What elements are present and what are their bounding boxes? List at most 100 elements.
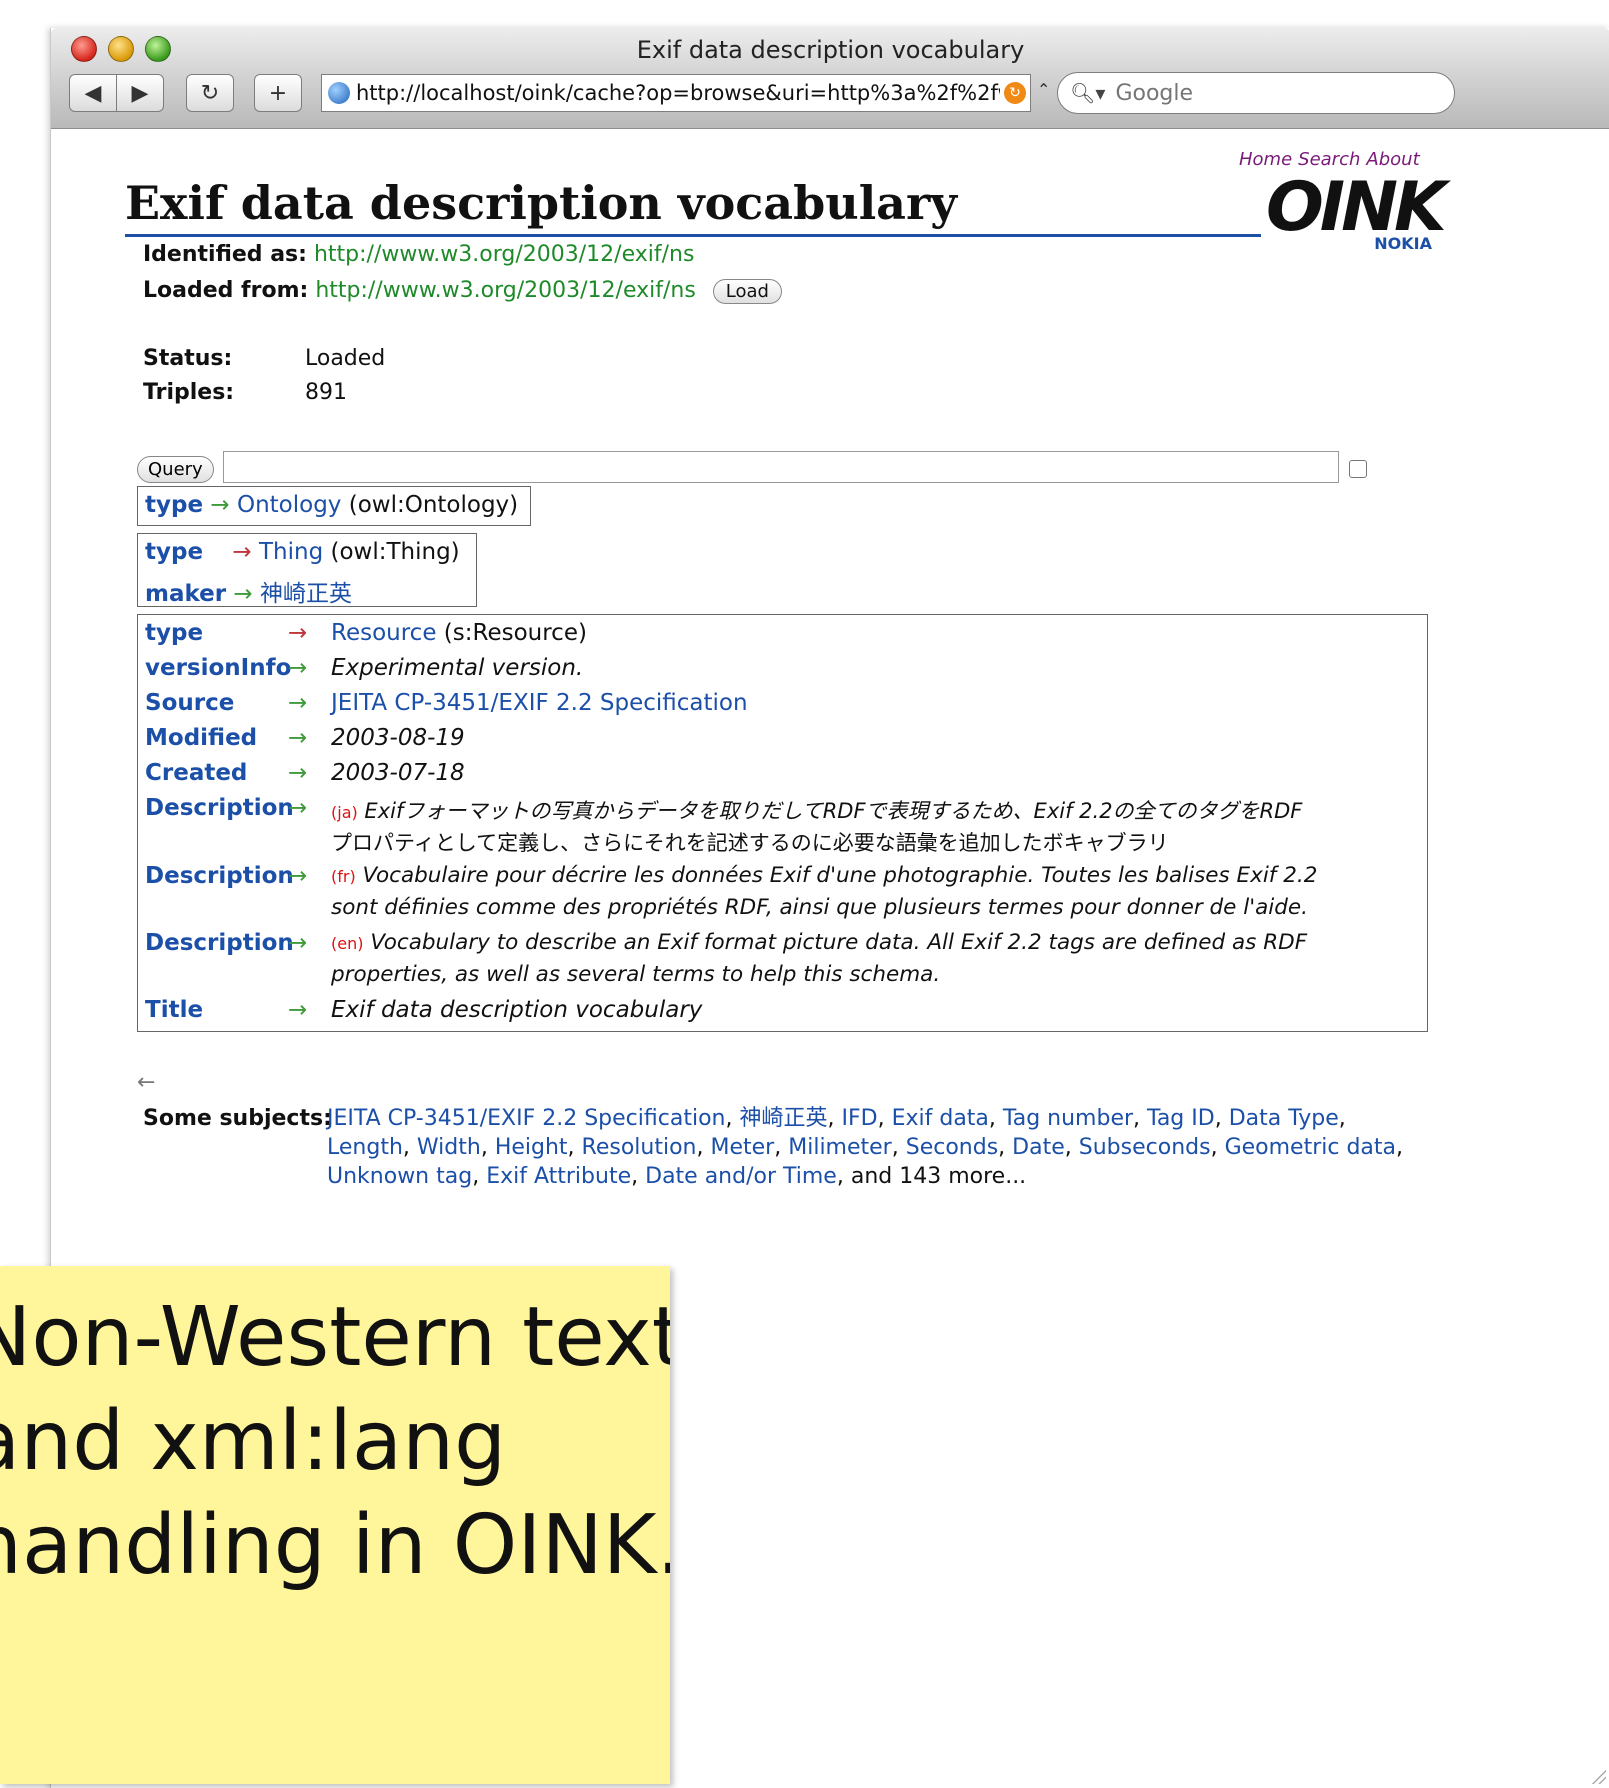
subject-link[interactable]: Milimeter — [788, 1135, 892, 1160]
description-fr-line2: sont définies comme des propriétés RDF, … — [331, 895, 1308, 920]
search-bar[interactable]: 🔍︎▾ — [1057, 72, 1455, 114]
query-checkbox[interactable] — [1349, 460, 1367, 478]
subject-link[interactable]: Data Type — [1229, 1106, 1339, 1131]
loaded-row: Loaded from: http://www.w3.org/2003/12/e… — [143, 278, 782, 304]
address-bar[interactable]: http://localhost/oink/cache?op=browse&ur… — [321, 74, 1031, 112]
nav-home-link[interactable]: Home — [1239, 149, 1292, 170]
identified-row: Identified as: http://www.w3.org/2003/12… — [143, 242, 694, 267]
resource-qname: (s:Resource) — [443, 620, 587, 646]
subject-link[interactable]: Width — [417, 1135, 481, 1160]
caption-line-3: handling in OINK. — [0, 1498, 670, 1593]
maker-row: maker → 神崎正英 — [145, 574, 352, 608]
search-input[interactable] — [1113, 79, 1438, 107]
thing-box: type → Thing (owl:Thing) maker → 神崎正英 — [137, 533, 477, 607]
subject-link[interactable]: Seconds — [906, 1135, 998, 1160]
back-link-icon[interactable]: ← — [137, 1070, 155, 1095]
subject-link[interactable]: Height — [495, 1135, 568, 1160]
address-text[interactable]: http://localhost/oink/cache?op=browse&ur… — [356, 81, 1000, 105]
load-button[interactable]: Load — [712, 278, 782, 304]
subject-link[interactable]: Tag number — [1003, 1106, 1133, 1131]
reload-icon: ↻ — [200, 80, 220, 106]
description-ja-text1: Exifフォーマットの写真からデータを取りだしてRDFで表現するため、Exif … — [364, 799, 1303, 823]
page-title: Exif data description vocabulary — [125, 176, 1261, 237]
predicate-description[interactable]: Description — [145, 863, 294, 889]
description-ja-line1: (ja) Exifフォーマットの写真からデータを取りだしてRDFで表現するため、… — [331, 795, 1302, 825]
triples-value: 891 — [305, 380, 347, 405]
arrow-icon: → — [288, 760, 308, 786]
created-value: 2003-07-18 — [331, 760, 465, 786]
globe-icon — [328, 82, 350, 104]
subject-link[interactable]: Unknown tag — [327, 1164, 472, 1189]
search-icon: 🔍︎▾ — [1070, 81, 1106, 105]
predicate-description[interactable]: Description — [145, 930, 294, 956]
subject-link[interactable]: Meter — [711, 1135, 775, 1160]
description-ja-line2: プロパティとして定義し、さらにそれを記述するのに必要な語彙を追加したボキャブラリ — [331, 831, 1169, 855]
lang-tag-ja: (ja) — [331, 803, 358, 822]
predicate-type[interactable]: type — [145, 492, 203, 518]
title-value: Exif data description vocabulary — [331, 997, 703, 1023]
predicate-modified[interactable]: Modified — [145, 725, 257, 751]
predicate-created[interactable]: Created — [145, 760, 247, 786]
arrow-icon: → — [210, 492, 230, 518]
back-button[interactable]: ◀ — [69, 74, 117, 112]
maker-link[interactable]: 神崎正英 — [260, 581, 352, 607]
caption-note: Non-Western text and xml:lang handling i… — [0, 1266, 670, 1784]
subject-link[interactable]: JEITA CP-3451/EXIF 2.2 Specification — [327, 1106, 725, 1131]
source-link[interactable]: JEITA CP-3451/EXIF 2.2 Specification — [331, 690, 748, 716]
subject-link[interactable]: Resolution — [582, 1135, 697, 1160]
subject-link[interactable]: Exif Attribute — [486, 1164, 631, 1189]
arrow-icon: → — [288, 997, 308, 1023]
predicate-versioninfo[interactable]: versionInfo — [145, 655, 291, 681]
ontology-link[interactable]: Ontology — [237, 492, 341, 518]
forward-button[interactable]: ▶ — [116, 74, 164, 112]
window-title: Exif data description vocabulary — [636, 36, 1025, 64]
query-input[interactable] — [223, 451, 1339, 483]
lang-tag-en: (en) — [331, 934, 364, 953]
versioninfo-value: Experimental version. — [331, 655, 584, 681]
oink-logo[interactable]: OINK NOKIA — [1266, 168, 1447, 254]
subject-link[interactable]: Length — [327, 1135, 403, 1160]
description-en-line1: (en) Vocabulary to describe an Exif form… — [331, 930, 1307, 955]
back-arrow-icon: ◀ — [84, 80, 102, 106]
predicate-maker[interactable]: maker — [145, 581, 226, 607]
description-en-text1: Vocabulary to describe an Exif format pi… — [370, 930, 1308, 955]
predicate-description[interactable]: Description — [145, 795, 294, 821]
rss-icon[interactable]: ↻ — [1004, 82, 1026, 104]
identified-link[interactable]: http://www.w3.org/2003/12/exif/ns — [314, 242, 694, 267]
resource-link[interactable]: Resource — [331, 620, 436, 646]
nav-about-link[interactable]: About — [1366, 149, 1419, 170]
arrow-icon: → — [288, 795, 308, 821]
loaded-link[interactable]: http://www.w3.org/2003/12/exif/ns — [315, 278, 695, 303]
subjects-label: Some subjects: — [143, 1106, 332, 1131]
nav-search-link[interactable]: Search — [1298, 149, 1360, 170]
predicate-type[interactable]: type — [145, 620, 203, 646]
subject-link[interactable]: Geometric data — [1225, 1135, 1396, 1160]
subject-link[interactable]: 神崎正英 — [739, 1106, 827, 1131]
identified-label: Identified as: — [143, 242, 307, 267]
subject-link[interactable]: Exif data — [892, 1106, 989, 1131]
subject-link[interactable]: Date and/or Time — [645, 1164, 837, 1189]
subject-link[interactable]: Subseconds — [1079, 1135, 1211, 1160]
logo-wordmark: OINK — [1266, 168, 1447, 247]
subject-link[interactable]: Tag ID — [1147, 1106, 1215, 1131]
caption-text: Non-Western text and xml:lang handling i… — [0, 1286, 670, 1598]
reload-button[interactable]: ↻ — [186, 74, 234, 112]
predicate-type[interactable]: type — [145, 539, 203, 565]
predicate-source[interactable]: Source — [145, 690, 234, 716]
subject-link[interactable]: Date — [1012, 1135, 1065, 1160]
arrow-icon: → — [288, 655, 308, 681]
description-fr-line1: (fr) Vocabulaire pour décrire les donnée… — [331, 863, 1317, 888]
subject-link[interactable]: IFD — [842, 1106, 878, 1131]
resize-grip-icon[interactable] — [1588, 1766, 1606, 1784]
add-bookmark-button[interactable]: + — [254, 74, 302, 112]
status-value: Loaded — [305, 346, 386, 371]
arrow-icon: → — [232, 539, 252, 565]
ontology-type-row: type → Ontology (owl:Ontology) — [145, 492, 518, 518]
forward-arrow-icon: ▶ — [131, 80, 149, 106]
thing-qname: (owl:Thing) — [330, 539, 460, 565]
thing-link[interactable]: Thing — [259, 539, 323, 565]
predicate-title[interactable]: Title — [145, 997, 203, 1023]
query-button[interactable]: Query — [137, 456, 214, 483]
status-label: Status: — [143, 346, 233, 371]
url-dropdown-icon[interactable]: ⌃ — [1037, 80, 1050, 99]
